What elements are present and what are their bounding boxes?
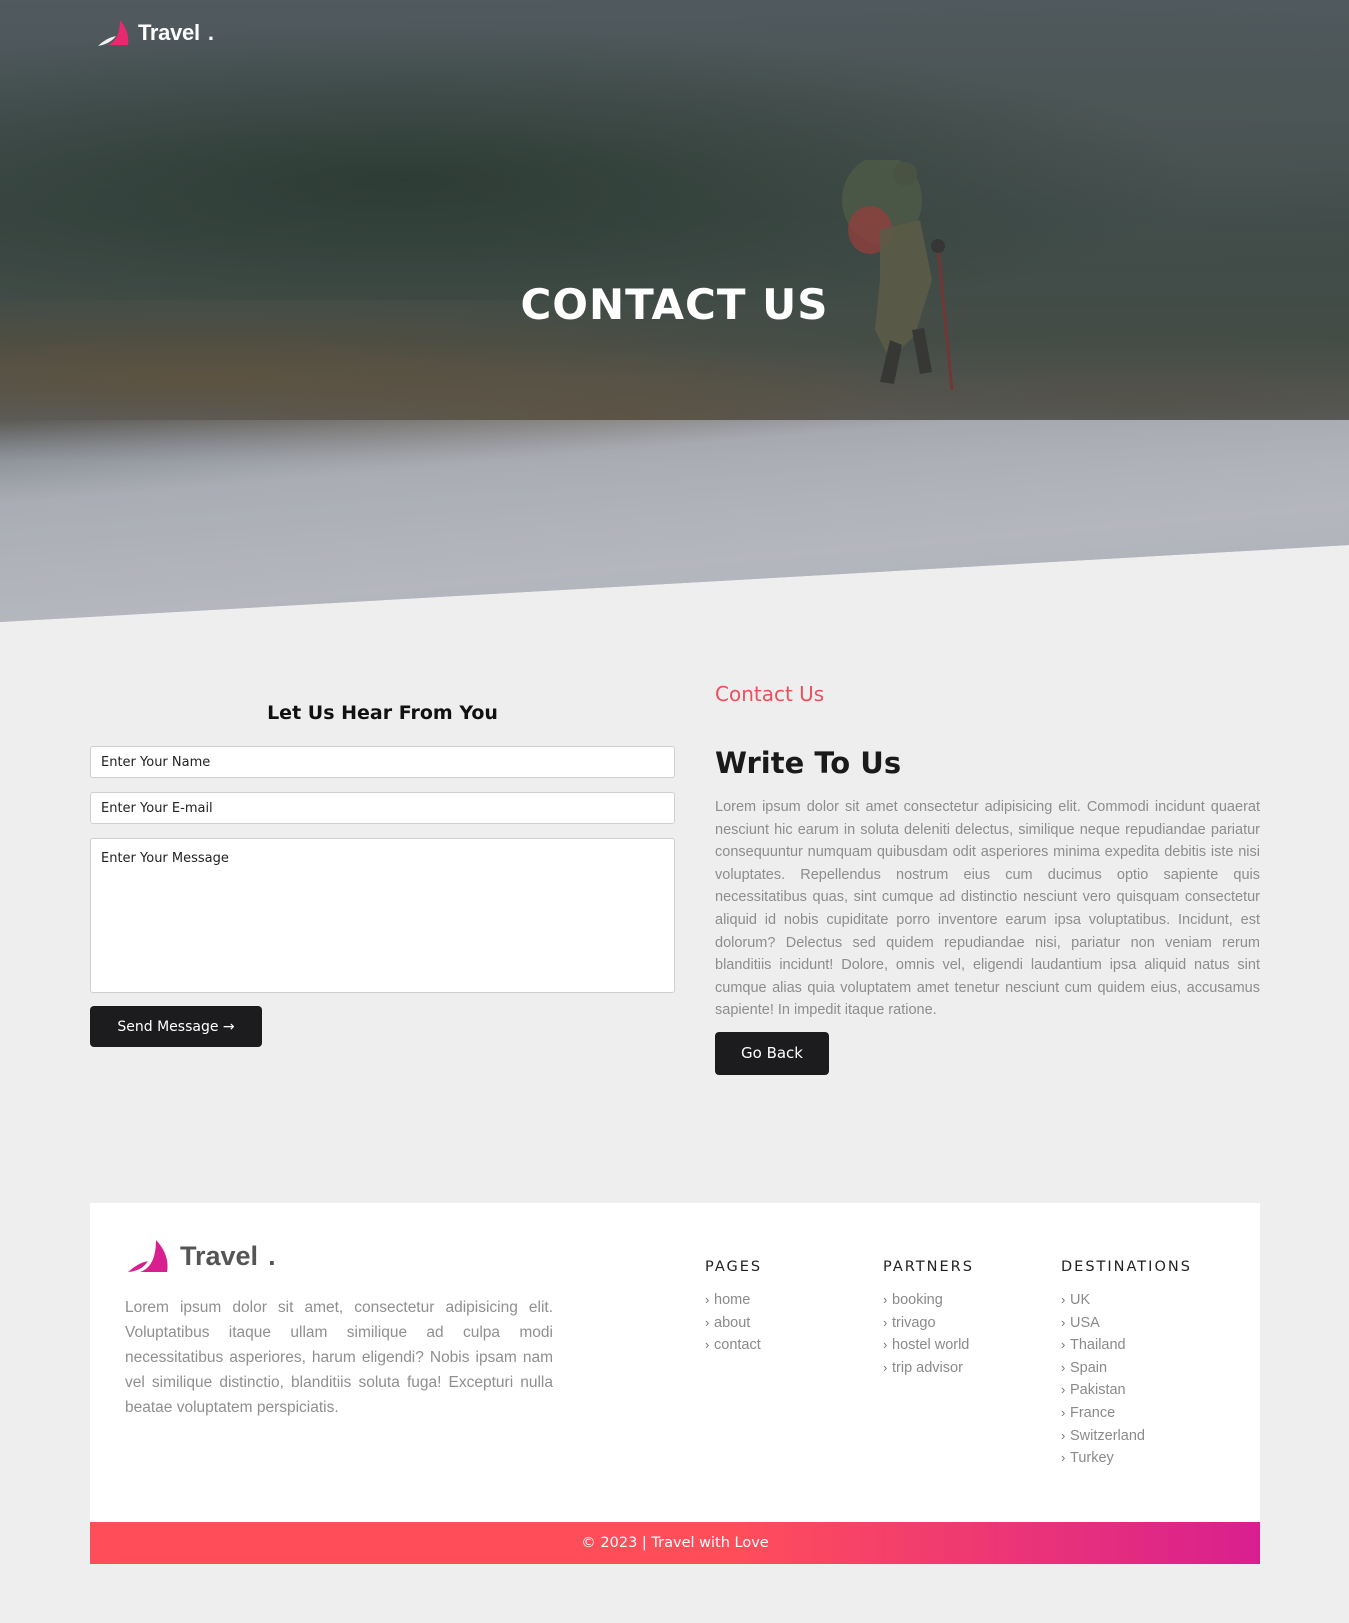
chevron-right-icon: › bbox=[705, 1292, 710, 1307]
message-textarea[interactable] bbox=[90, 838, 675, 993]
chevron-right-icon: › bbox=[883, 1314, 888, 1330]
header-logo[interactable]: Travel . bbox=[96, 18, 214, 48]
chevron-right-icon: › bbox=[1061, 1292, 1066, 1307]
footer-link[interactable]: › trivago bbox=[883, 1312, 974, 1335]
footer-link[interactable]: › home bbox=[705, 1289, 762, 1312]
footer: Travel . Lorem ipsum dolor sit amet, con… bbox=[90, 1203, 1260, 1564]
logo-sail-icon bbox=[98, 20, 129, 46]
page-title: CONTACT US bbox=[520, 280, 829, 329]
footer-link[interactable]: › Turkey bbox=[1061, 1447, 1192, 1470]
footer-logo-text: Travel bbox=[180, 1240, 259, 1271]
chevron-right-icon: › bbox=[1061, 1359, 1066, 1375]
footer-link[interactable]: › trip advisor bbox=[883, 1357, 974, 1380]
copyright-bar: © 2023 | Travel with Love bbox=[90, 1522, 1260, 1564]
footer-link[interactable]: › UK bbox=[1061, 1289, 1192, 1312]
info-subtitle: Contact Us bbox=[715, 682, 825, 706]
name-input[interactable] bbox=[90, 746, 675, 778]
footer-partners: PARTNERS › booking › trivago › hostel world… bbox=[883, 1259, 974, 1379]
footer-link[interactable]: › hostel world bbox=[883, 1334, 974, 1357]
email-input[interactable] bbox=[90, 792, 675, 824]
logo-dot: . bbox=[207, 20, 214, 45]
footer-link[interactable]: › Switzerland bbox=[1061, 1425, 1192, 1448]
footer-link[interactable]: › Pakistan bbox=[1061, 1379, 1192, 1402]
footer-logo[interactable]: Travel . bbox=[126, 1237, 276, 1275]
footer-link[interactable]: › France bbox=[1061, 1402, 1192, 1425]
footer-link[interactable]: › booking bbox=[883, 1289, 974, 1312]
footer-description: Lorem ipsum dolor sit amet, consectetur … bbox=[125, 1299, 553, 1416]
chevron-right-icon: › bbox=[1061, 1337, 1066, 1353]
footer-link[interactable]: › Spain bbox=[1061, 1357, 1192, 1380]
chevron-right-icon: › bbox=[1061, 1382, 1066, 1398]
footer-destinations: DESTINATIONS › UK › USA › Thailand › Spain ›… bbox=[1061, 1259, 1192, 1470]
contact-info: Contact Us Write To Us Lorem ipsum dolor… bbox=[715, 682, 1260, 1075]
footer-link[interactable]: › Thailand bbox=[1061, 1334, 1192, 1357]
send-message-button[interactable]: Send Message → bbox=[90, 1006, 262, 1047]
chevron-right-icon: › bbox=[1061, 1314, 1066, 1330]
chevron-right-icon: › bbox=[705, 1314, 710, 1330]
footer-logo-dot: . bbox=[268, 1240, 276, 1271]
contact-form: Let Us Hear From You Send Message → bbox=[90, 700, 675, 1047]
logo-sail-icon bbox=[128, 1240, 168, 1272]
footer-destinations-heading: DESTINATIONS bbox=[1061, 1259, 1192, 1275]
chevron-right-icon: › bbox=[883, 1292, 888, 1307]
footer-link[interactable]: › USA bbox=[1061, 1312, 1192, 1335]
info-text: Lorem ipsum dolor sit amet consectetur a… bbox=[715, 799, 1260, 1019]
chevron-right-icon: › bbox=[883, 1337, 888, 1353]
chevron-right-icon: › bbox=[883, 1359, 888, 1375]
chevron-right-icon: › bbox=[1061, 1450, 1066, 1466]
chevron-right-icon: › bbox=[705, 1337, 710, 1353]
chevron-right-icon: › bbox=[1061, 1427, 1066, 1443]
footer-link[interactable]: › about bbox=[705, 1312, 762, 1335]
chevron-right-icon: › bbox=[1061, 1404, 1066, 1420]
form-heading: Let Us Hear From You bbox=[267, 702, 498, 724]
footer-link[interactable]: › contact bbox=[705, 1334, 762, 1357]
logo-text: Travel bbox=[138, 20, 200, 45]
info-title: Write To Us bbox=[715, 746, 902, 780]
footer-pages-heading: PAGES bbox=[705, 1259, 763, 1275]
footer-partners-heading: PARTNERS bbox=[883, 1259, 974, 1275]
footer-pages: PAGES › home › about › contact bbox=[705, 1259, 762, 1357]
go-back-button[interactable]: Go Back bbox=[715, 1031, 829, 1075]
